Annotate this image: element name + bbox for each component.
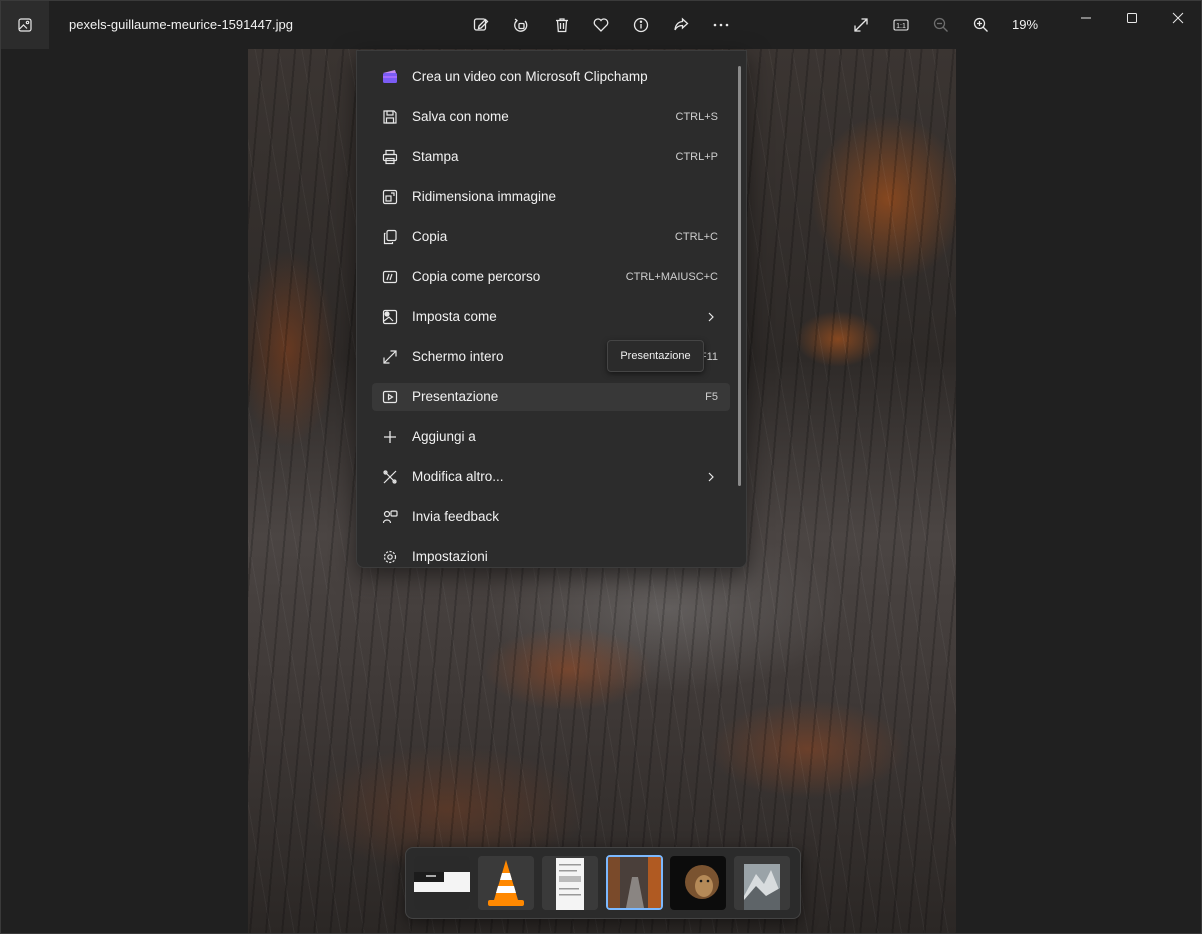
menu-item-print[interactable]: Stampa CTRL+P [372, 143, 730, 171]
more-options-button[interactable] [709, 13, 733, 37]
menu-label: Aggiungi a [412, 429, 476, 444]
set-as-icon [382, 309, 398, 325]
autumn-path-image [608, 857, 661, 908]
delete-icon [556, 18, 568, 33]
thumbnail-vlc[interactable] [478, 856, 534, 910]
menu-label: Modifica altro... [412, 469, 504, 484]
photos-app-icon [18, 18, 32, 32]
vlc-cone-image [478, 856, 534, 910]
copy-icon [382, 229, 398, 245]
save-icon [382, 109, 398, 125]
zoom-level[interactable]: 19% [1012, 17, 1038, 32]
close-icon [1172, 12, 1184, 24]
menu-item-save-as[interactable]: Salva con nome CTRL+S [372, 103, 730, 131]
resize-icon [382, 189, 398, 205]
more-icon [713, 23, 729, 27]
thumbnail-autumn-path[interactable] [606, 855, 663, 910]
menu-label: Stampa [412, 149, 459, 164]
photos-window: pexels-guillaume-meurice-1591447.jpg 1:1… [0, 0, 1202, 934]
clipchamp-icon [382, 69, 398, 85]
menu-item-copy-path[interactable]: Copia come percorso CTRL+MAIUSC+C [372, 263, 730, 291]
actual-size-button[interactable]: 1:1 [889, 13, 913, 37]
menu-label: Salva con nome [412, 109, 509, 124]
edit-more-icon [382, 469, 398, 485]
print-icon [382, 149, 398, 165]
menu-shortcut: CTRL+MAIUSC+C [625, 271, 718, 283]
info-icon [633, 17, 649, 33]
menu-item-clipchamp[interactable]: Crea un video con Microsoft Clipchamp [372, 63, 730, 91]
settings-icon [382, 549, 398, 565]
svg-text:1:1: 1:1 [896, 23, 906, 30]
zoom-out-icon [933, 17, 948, 32]
menu-label: Impostazioni [412, 549, 488, 564]
thumbnail-mountain[interactable] [734, 856, 790, 910]
app-icon-button[interactable] [1, 1, 49, 49]
menu-label: Copia come percorso [412, 269, 541, 284]
minimize-icon [1081, 17, 1091, 19]
menu-shortcut: CTRL+S [675, 111, 719, 123]
chevron-right-icon [708, 312, 714, 322]
favorite-button[interactable] [589, 13, 613, 37]
thumbnail-lion[interactable] [670, 856, 726, 910]
menu-shortcut: CTRL+P [675, 151, 719, 163]
fullscreen-toggle-button[interactable] [849, 13, 873, 37]
rotate-icon [514, 18, 528, 32]
menu-item-add-to[interactable]: Aggiungi a [372, 423, 730, 451]
delete-button[interactable] [550, 13, 574, 37]
menu-shortcut: F5 [705, 391, 718, 403]
zoom-in-icon [973, 17, 988, 32]
file-name: pexels-guillaume-meurice-1591447.jpg [69, 17, 294, 32]
menu-label: Imposta come [412, 309, 497, 324]
edit-icon [473, 18, 489, 31]
share-button[interactable] [669, 13, 693, 37]
lion-image [670, 856, 726, 910]
zoom-in-button[interactable] [969, 13, 993, 37]
menu-label: Presentazione [412, 389, 499, 404]
info-button[interactable] [629, 13, 653, 37]
maximize-button[interactable] [1109, 1, 1155, 35]
rotate-button[interactable] [509, 13, 533, 37]
close-button[interactable] [1155, 1, 1201, 35]
menu-scrollbar[interactable] [738, 66, 741, 486]
title-bar: pexels-guillaume-meurice-1591447.jpg 1:1… [1, 1, 1201, 49]
chevron-right-icon [708, 472, 714, 482]
heart-icon [593, 18, 609, 32]
expand-icon [854, 18, 868, 32]
share-icon [674, 17, 689, 31]
menu-item-edit-more[interactable]: Modifica altro... [372, 463, 730, 491]
zoom-out-button[interactable] [929, 13, 953, 37]
fullscreen-icon [382, 349, 398, 365]
minimize-button[interactable] [1063, 1, 1109, 35]
filmstrip [405, 847, 801, 919]
edit-image-button[interactable] [469, 13, 493, 37]
menu-shortcut: CTRL+C [674, 231, 718, 243]
menu-label: Crea un video con Microsoft Clipchamp [412, 69, 648, 84]
copy-path-icon [382, 269, 398, 285]
thumbnail-screenshot[interactable] [414, 856, 470, 910]
tooltip: Presentazione [607, 340, 704, 372]
screenshot-image [414, 856, 470, 910]
menu-item-resize[interactable]: Ridimensiona immagine [372, 183, 730, 211]
menu-label: Ridimensiona immagine [412, 189, 557, 204]
more-options-menu: Crea un video con Microsoft Clipchamp Sa… [356, 50, 747, 568]
feedback-icon [382, 509, 398, 525]
thumbnail-document[interactable] [542, 856, 598, 910]
actual-size-icon: 1:1 [893, 19, 909, 31]
menu-label: Schermo intero [412, 349, 504, 364]
menu-item-slideshow[interactable]: Presentazione F5 [372, 383, 730, 411]
menu-item-copy[interactable]: Copia CTRL+C [372, 223, 730, 251]
menu-label: Copia [412, 229, 448, 244]
menu-item-set-as[interactable]: Imposta come [372, 303, 730, 331]
menu-item-settings[interactable]: Impostazioni [372, 543, 730, 567]
add-icon [382, 429, 398, 445]
maximize-icon [1127, 13, 1137, 23]
menu-label: Invia feedback [412, 509, 500, 524]
menu-item-feedback[interactable]: Invia feedback [372, 503, 730, 531]
mountain-image [734, 856, 790, 910]
document-image [542, 856, 598, 910]
slideshow-icon [382, 389, 398, 405]
